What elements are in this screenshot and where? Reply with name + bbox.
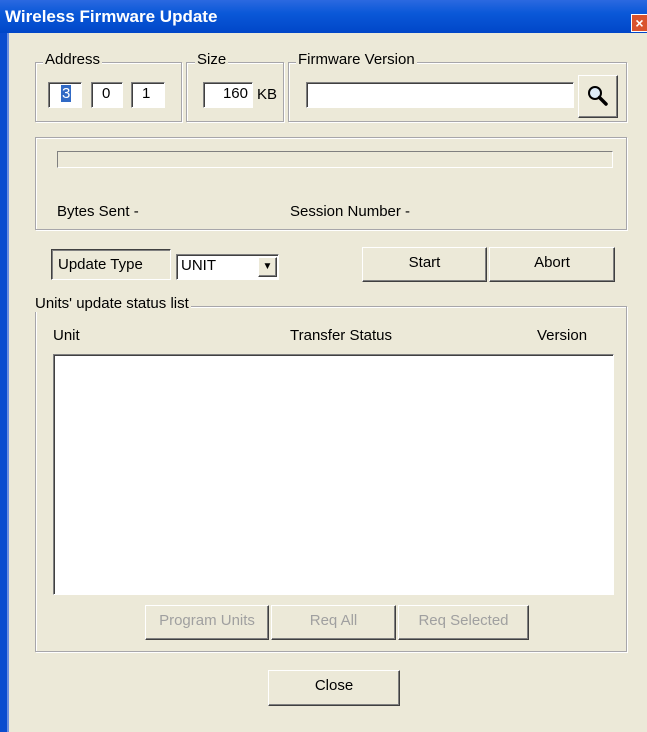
window-border-highlight (7, 33, 9, 732)
close-icon[interactable]: × (631, 14, 647, 32)
abort-button[interactable]: Abort (489, 247, 615, 282)
window-border (0, 33, 7, 732)
size-value: 160 (222, 85, 248, 102)
address-legend: Address (43, 51, 103, 68)
update-type-label-box: Update Type (51, 249, 171, 280)
session-number-label: Session Number - (290, 203, 411, 220)
address-octet-1-value: 3 (61, 85, 72, 102)
update-type-selected: UNIT (181, 257, 216, 274)
size-legend: Size (195, 51, 229, 68)
magnifier-icon (588, 86, 608, 106)
address-octet-3[interactable]: 1 (131, 82, 165, 108)
column-header-unit: Unit (53, 327, 80, 344)
size-field: 160 (203, 82, 253, 108)
bytes-sent-label: Bytes Sent - (57, 203, 139, 220)
program-units-button[interactable]: Program Units (145, 605, 269, 640)
address-octet-1[interactable]: 3 (48, 82, 82, 108)
address-octet-2[interactable]: 0 (91, 82, 123, 108)
update-type-dropdown-button[interactable]: ▼ (258, 257, 277, 277)
address-octet-2-value: 0 (102, 85, 111, 102)
browse-firmware-button[interactable] (578, 75, 618, 118)
transfer-progress-bar (57, 151, 613, 168)
chevron-down-icon: ▼ (262, 261, 273, 272)
window-title: Wireless Firmware Update (5, 7, 218, 26)
units-status-legend: Units' update status list (33, 295, 191, 312)
units-status-list[interactable] (53, 354, 614, 595)
req-selected-button[interactable]: Req Selected (398, 605, 529, 640)
address-octet-3-value: 1 (142, 85, 151, 102)
update-type-label: Update Type (58, 256, 143, 273)
start-button[interactable]: Start (362, 247, 487, 282)
close-button[interactable]: Close (268, 670, 400, 706)
firmware-legend: Firmware Version (296, 51, 417, 68)
size-unit: KB (257, 86, 278, 103)
firmware-version-input[interactable] (306, 82, 574, 108)
req-all-button[interactable]: Req All (271, 605, 396, 640)
column-header-version: Version (537, 327, 588, 344)
column-header-transfer-status: Transfer Status (290, 327, 392, 344)
